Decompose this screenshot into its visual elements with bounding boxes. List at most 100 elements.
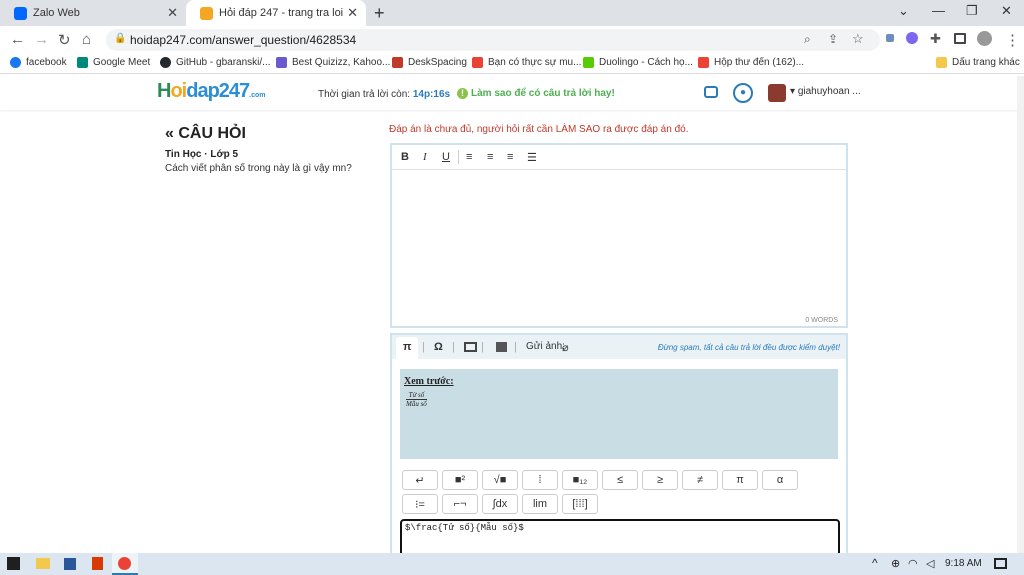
limit-button[interactable]: lim: [522, 494, 558, 514]
align-left-button[interactable]: ≡: [466, 151, 472, 163]
taskbar-clock[interactable]: 9:18 AM: [945, 558, 982, 569]
flag-icon[interactable]: [496, 342, 507, 352]
toolbar-divider: [458, 150, 459, 164]
file-explorer-icon[interactable]: [36, 558, 50, 569]
geq-button[interactable]: ≥: [642, 470, 678, 490]
site-logo[interactable]: Hoidap247.com: [157, 80, 266, 103]
share-icon[interactable]: ⇪: [828, 32, 838, 46]
menu-icon[interactable]: ⋮: [1005, 31, 1020, 49]
newline-button[interactable]: ↵: [402, 470, 438, 490]
chrome-taskbar-item[interactable]: [112, 553, 138, 575]
extension-icon[interactable]: [886, 34, 894, 42]
tab-zalo[interactable]: Zalo Web ✕: [0, 0, 186, 26]
tab-divider: |: [514, 341, 517, 353]
bookmark-item[interactable]: GitHub - gbaranski/...: [160, 57, 270, 68]
double-chevron-left-icon[interactable]: «: [165, 125, 174, 142]
extension-icon[interactable]: [906, 32, 918, 44]
bookmark-item[interactable]: Google Meet: [77, 57, 150, 68]
site-header: Hoidap247.com Thời gian trả lời còn: 14p…: [0, 76, 1024, 110]
video-icon[interactable]: [464, 342, 477, 352]
preview-label: Xem trước:: [404, 376, 454, 387]
tab-divider: |: [452, 341, 455, 353]
zoom-icon[interactable]: ⌕: [804, 32, 811, 47]
leq-button[interactable]: ≤: [602, 470, 638, 490]
chevron-up-icon[interactable]: ^: [872, 556, 878, 570]
username-menu[interactable]: ▾ giahuyhoan ...: [790, 86, 861, 97]
preview-fraction: Tử số Mẫu số: [406, 391, 427, 408]
editor-text-area[interactable]: [392, 170, 846, 315]
answer-tip-link[interactable]: ! Làm sao để có câu trả lời hay!: [457, 88, 615, 99]
user-avatar[interactable]: [768, 84, 786, 102]
bookmark-item[interactable]: Hộp thư đến (162)...: [698, 57, 804, 68]
side-panel-icon[interactable]: [954, 33, 966, 44]
pi-icon[interactable]: π: [403, 341, 411, 353]
bold-button[interactable]: B: [401, 151, 409, 163]
tab-search-icon[interactable]: ⌄: [898, 3, 909, 19]
bookmarks-bar: facebook Google Meet GitHub - gbaranski/…: [0, 54, 1024, 74]
answer-timer: Thời gian trả lời còn: 14p:16s: [318, 89, 451, 100]
answer-editor[interactable]: B I U ≡ ≡ ≡ ☰ 0 WORDS: [390, 143, 848, 328]
system-button[interactable]: ⁝=: [402, 494, 438, 514]
align-center-button[interactable]: ≡: [487, 151, 493, 163]
math-buttons-row-2: ⁝= ⌐¬ ∫dx lim [⁞⁞⁞]: [402, 494, 598, 514]
close-tab-icon[interactable]: ✕: [347, 5, 358, 21]
bracket-button[interactable]: ⌐¬: [442, 494, 478, 514]
matrix-button[interactable]: [⁞⁞⁞]: [562, 494, 598, 514]
omega-icon[interactable]: Ω: [434, 341, 443, 353]
bell-icon[interactable]: ●: [733, 83, 753, 103]
minimize-button[interactable]: —: [932, 3, 945, 18]
bookmark-item[interactable]: DeskSpacing: [392, 57, 467, 68]
volume-icon[interactable]: ◁: [926, 557, 934, 570]
forward-icon[interactable]: →: [34, 31, 49, 48]
gmail-icon: [698, 57, 709, 68]
hoidap-icon: [200, 6, 213, 20]
superscript-button[interactable]: ■²: [442, 470, 478, 490]
underline-button[interactable]: U: [442, 151, 450, 163]
bookmark-star-icon[interactable]: ☆: [852, 31, 864, 47]
deskspacing-icon: [392, 57, 403, 68]
notification-icon[interactable]: [994, 558, 1007, 569]
back-icon[interactable]: ←: [10, 31, 25, 48]
bookmark-item[interactable]: Best Quizizz, Kahoo...: [276, 57, 390, 68]
windows-taskbar: ^ ⊕ ◠ ◁ 9:18 AM: [0, 553, 1024, 575]
italic-button[interactable]: I: [423, 151, 427, 163]
subscript-button[interactable]: ■₁₂: [562, 470, 598, 490]
puzzle-icon[interactable]: ✚: [930, 31, 941, 47]
new-tab-button[interactable]: +: [374, 3, 385, 24]
neq-button[interactable]: ≠: [682, 470, 718, 490]
question-subject: Tin Học · Lớp 5: [165, 149, 239, 160]
wifi-icon[interactable]: ◠: [908, 557, 918, 570]
chat-icon[interactable]: [704, 86, 718, 98]
avatar[interactable]: [977, 31, 992, 46]
lock-icon[interactable]: 🔒: [114, 33, 126, 44]
scrollbar[interactable]: [1017, 76, 1024, 553]
paperclip-icon[interactable]: ⌀: [562, 341, 569, 354]
restore-button[interactable]: ❐: [966, 3, 978, 19]
reload-icon[interactable]: ↻: [58, 31, 71, 49]
url-text[interactable]: hoidap247.com/answer_question/4628534: [130, 33, 356, 47]
pi-button[interactable]: π: [722, 470, 758, 490]
close-tab-icon[interactable]: ✕: [167, 5, 178, 21]
windows-start-icon[interactable]: [7, 557, 20, 570]
alpha-button[interactable]: α: [762, 470, 798, 490]
chrome-icon: [118, 557, 131, 570]
bookmark-item[interactable]: Duolingo - Cách họ...: [583, 57, 693, 68]
fraction-button[interactable]: ⁞: [522, 470, 558, 490]
close-window-button[interactable]: ✕: [1001, 3, 1012, 19]
math-preview: Xem trước: Tử số Mẫu số: [400, 369, 838, 459]
sqrt-button[interactable]: √■: [482, 470, 518, 490]
address-bar[interactable]: 🔒 hoidap247.com/answer_question/4628534 …: [106, 29, 880, 51]
fraction-numerator: Tử số: [406, 391, 427, 400]
office-icon[interactable]: [92, 557, 103, 570]
bookmark-folder-other[interactable]: Dấu trang khác: [936, 57, 1020, 68]
tab-hoidap[interactable]: Hỏi đáp 247 - trang tra loi ✕: [186, 0, 366, 26]
bookmark-item[interactable]: Bạn có thực sự mu...: [472, 57, 581, 68]
fraction-denominator: Mẫu số: [406, 400, 427, 408]
align-right-button[interactable]: ≡: [507, 151, 513, 163]
bookmark-item[interactable]: facebook: [10, 57, 67, 68]
justify-button[interactable]: ☰: [527, 151, 537, 164]
home-icon[interactable]: ⌂: [82, 31, 91, 48]
people-icon[interactable]: ⊕: [891, 557, 900, 570]
store-icon[interactable]: [64, 558, 76, 570]
integral-button[interactable]: ∫dx: [482, 494, 518, 514]
